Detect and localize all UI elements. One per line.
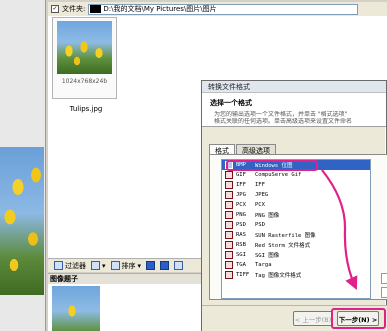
annotation-arrow — [321, 169, 358, 291]
